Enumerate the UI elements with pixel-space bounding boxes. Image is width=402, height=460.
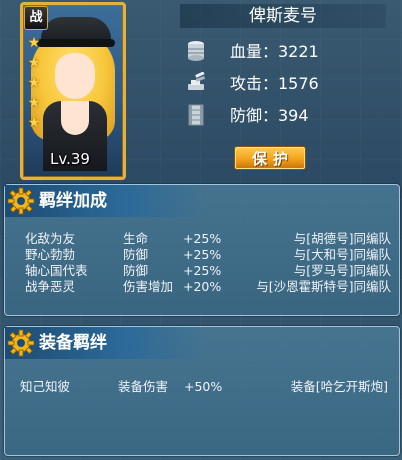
stat-defense: 防御：394 xyxy=(186,104,386,128)
bond-row: 化敌为友 生命 +25% 与[胡德号]同编队 xyxy=(25,231,395,247)
bond-row: 野心勃勃 防御 +25% 与[大和号]同编队 xyxy=(25,247,395,263)
equip-bond-stat: 装备伤害 xyxy=(118,379,169,394)
ship-card: 战 ★ ★ ★ ★ ★ Lv.39 俾斯麦号 血量：3221 攻击：1576 防… xyxy=(0,0,402,180)
bond-condition: 与[大和号]同编队 xyxy=(293,247,391,262)
bond-condition: 与[胡德号]同编队 xyxy=(293,231,391,246)
protect-button[interactable]: 保护 xyxy=(234,146,306,170)
equip-panel-title: 装备羁绊 xyxy=(39,333,107,353)
bond-bonus: +25% xyxy=(183,263,222,278)
gear-icon xyxy=(7,329,35,357)
stat-hp: 血量：3221 xyxy=(186,40,386,64)
stat-attack: 攻击：1576 xyxy=(186,72,386,96)
bond-condition: 与[罗马号]同编队 xyxy=(293,263,391,278)
stat-defense-label: 防御：394 xyxy=(230,106,309,125)
bond-bonus: +20% xyxy=(183,279,222,294)
fuel-barrels-icon xyxy=(188,41,204,61)
armor-plate-icon xyxy=(188,104,204,126)
bond-panel-header: 羁绊加成 xyxy=(5,185,205,217)
bond-name: 战争恶灵 xyxy=(25,279,76,294)
portrait-hat-brim xyxy=(37,39,115,47)
bond-name: 野心勃勃 xyxy=(25,247,76,262)
gear-icon xyxy=(7,187,35,215)
bond-list: 化敌为友 生命 +25% 与[胡德号]同编队 野心勃勃 防御 +25% 与[大和… xyxy=(25,231,395,295)
bond-row: 战争恶灵 伤害增加 +20% 与[沙恩霍斯特号]同编队 xyxy=(25,279,395,295)
equip-bond-name: 知己知彼 xyxy=(20,379,71,394)
bond-name: 化敌为友 xyxy=(25,231,76,246)
bond-stat: 防御 xyxy=(123,247,149,262)
stat-attack-label: 攻击：1576 xyxy=(230,74,319,93)
equip-bond-row: 知己知彼 装备伤害 +50% 装备[哈乞开斯炮] xyxy=(20,378,390,396)
equip-bond-bonus: +50% xyxy=(184,379,223,394)
star-icon: ★ xyxy=(27,115,41,131)
equip-bond-condition: 装备[哈乞开斯炮] xyxy=(290,379,388,394)
bond-stat: 防御 xyxy=(123,263,149,278)
equip-panel-header: 装备羁绊 xyxy=(5,327,205,359)
bond-bonus: +25% xyxy=(183,247,222,262)
star-icon: ★ xyxy=(27,75,41,91)
portrait-neck xyxy=(61,101,89,135)
stat-hp-label: 血量：3221 xyxy=(230,42,319,61)
bond-bonus: +25% xyxy=(183,231,222,246)
star-icon: ★ xyxy=(27,55,41,71)
bond-row: 轴心国代表 防御 +25% 与[罗马号]同编队 xyxy=(25,263,395,279)
bond-bonus-panel: 羁绊加成 化敌为友 生命 +25% 与[胡德号]同编队 野心勃勃 防御 +25%… xyxy=(4,184,400,316)
star-rating: ★ ★ ★ ★ ★ xyxy=(27,36,43,136)
bond-panel-title: 羁绊加成 xyxy=(39,191,107,211)
ship-name: 俾斯麦号 xyxy=(249,6,317,26)
bond-name: 轴心国代表 xyxy=(25,263,88,278)
bond-stat: 生命 xyxy=(123,231,149,246)
cannon-icon xyxy=(188,72,206,90)
star-icon: ★ xyxy=(27,95,41,111)
bond-stat: 伤害增加 xyxy=(123,279,174,294)
ship-type-badge: 战 xyxy=(24,6,48,30)
ship-level: Lv.39 xyxy=(50,150,90,168)
bond-condition: 与[沙恩霍斯特号]同编队 xyxy=(256,279,391,294)
star-icon: ★ xyxy=(27,35,41,51)
portrait-face xyxy=(55,53,95,99)
